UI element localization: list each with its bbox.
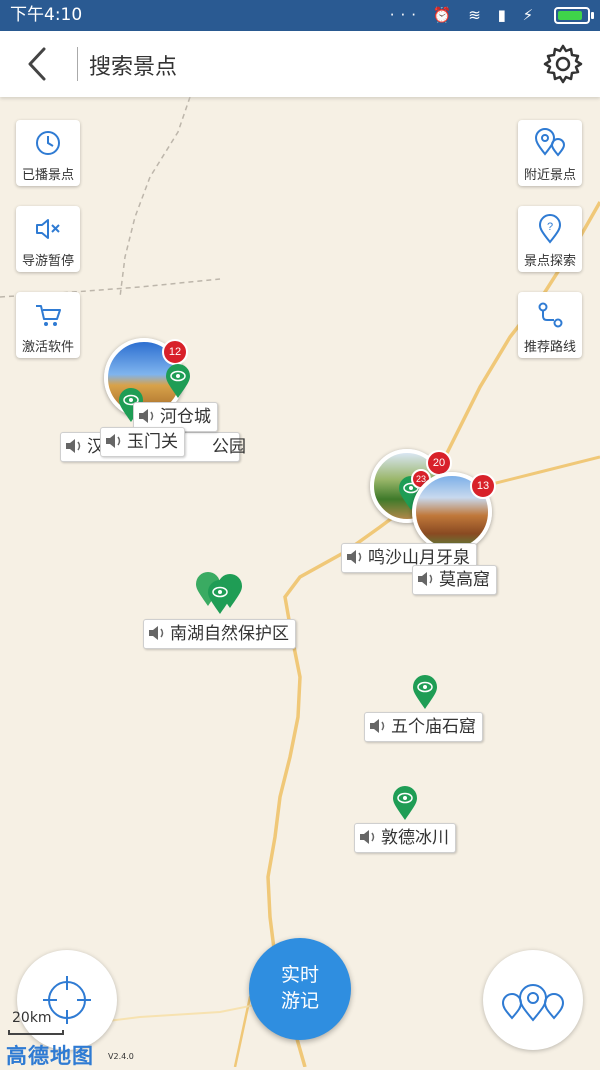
status-bar: 下午4:10 ··· ⏰ ≋ ▮ ⚡ <box>0 0 600 31</box>
map-view[interactable]: 已播景点 导游暂停 激活软件 附近景点 ? 景点探索 推荐路线 12 汉 公园 … <box>0 97 600 1067</box>
map-pin-eye-icon[interactable] <box>207 579 233 615</box>
spot-explore-button[interactable]: ? 景点探索 <box>518 206 582 272</box>
speaker-icon <box>360 830 375 844</box>
spot-label-yumen-text: 玉门关 <box>127 432 178 452</box>
charging-icon: ⚡ <box>522 6 540 24</box>
question-pin-icon: ? <box>538 214 562 244</box>
shopping-cart-icon <box>36 305 61 326</box>
spot-label-mogao-text: 莫高窟 <box>439 570 490 590</box>
speaker-icon <box>139 409 154 423</box>
spot-label-nanhu[interactable]: 南湖自然保护区 <box>143 619 296 649</box>
spot-label-mogao[interactable]: 莫高窟 <box>412 565 497 595</box>
nearby-pins-icon <box>534 128 566 157</box>
played-spots-button[interactable]: 已播景点 <box>16 120 80 186</box>
map-scale-bar <box>8 1030 64 1035</box>
activate-software-label: 激活软件 <box>21 340 74 355</box>
recommended-route-label: 推荐路线 <box>523 340 576 355</box>
speaker-icon <box>66 439 81 453</box>
route-icon <box>538 302 563 328</box>
status-time: 下午4:10 <box>10 5 83 25</box>
guide-pause-label: 导游暂停 <box>21 254 74 269</box>
speaker-icon <box>347 550 362 564</box>
speaker-mute-icon <box>36 219 60 239</box>
recommended-route-button[interactable]: 推荐路线 <box>518 292 582 358</box>
nearby-spots-button[interactable]: 附近景点 <box>518 120 582 186</box>
map-pin-eye-icon[interactable] <box>165 363 191 399</box>
realtime-travelogue-button[interactable]: 实时 游记 <box>249 938 351 1040</box>
amap-logo: 高德地图 <box>6 1044 94 1068</box>
spot-label-wuge[interactable]: 五个庙石窟 <box>364 712 483 742</box>
spot-label-dunde-text: 敦德冰川 <box>381 828 449 848</box>
cluster-east-badge-b: 13 <box>470 473 496 499</box>
activate-software-button[interactable]: 激活软件 <box>16 292 80 358</box>
battery-icon <box>554 7 594 24</box>
search-scenic-spots-input[interactable]: 搜索景点 <box>89 49 177 81</box>
spot-label-park-text: 公园 <box>212 437 246 457</box>
header-divider <box>77 47 78 81</box>
spot-label-yumen[interactable]: 玉门关 <box>100 427 185 457</box>
map-pin-eye-icon[interactable] <box>412 674 438 710</box>
speaker-icon <box>106 434 121 448</box>
cluster-west-badge: 12 <box>162 339 188 365</box>
spot-label-dunde[interactable]: 敦德冰川 <box>354 823 456 853</box>
spot-explore-label: 景点探索 <box>523 254 576 269</box>
gear-icon[interactable] <box>540 41 586 87</box>
history-clock-icon <box>36 131 60 155</box>
map-background <box>0 97 600 1067</box>
back-arrow-icon[interactable] <box>16 41 62 87</box>
spot-label-wuge-text: 五个庙石窟 <box>391 717 476 737</box>
speaker-icon <box>149 626 164 640</box>
played-spots-label: 已播景点 <box>21 168 74 183</box>
status-icons: ··· ⏰ ≋ ▮ ⚡ <box>389 0 594 31</box>
spots-overview-button[interactable] <box>483 950 583 1050</box>
version-label: V2.4.0 <box>108 1052 134 1061</box>
travel-line1: 实时 <box>280 964 319 986</box>
signal-icon: ▮ <box>497 6 512 24</box>
wifi-icon: ≋ <box>468 6 487 24</box>
speaker-icon <box>370 719 385 733</box>
alarm-icon: ⏰ <box>432 6 458 24</box>
locate-me-button[interactable] <box>17 950 117 1050</box>
spot-label-hecang-text: 河仓城 <box>160 407 211 427</box>
spot-label-nanhu-text: 南湖自然保护区 <box>170 624 289 644</box>
crosshair-icon <box>43 976 91 1024</box>
svg-text:?: ? <box>547 221 553 233</box>
map-scale-label: 20km <box>12 1010 52 1026</box>
dots-icon: ··· <box>389 6 423 24</box>
multi-pin-icon <box>501 984 565 1022</box>
top-bar: 搜索景点 <box>0 31 600 97</box>
travel-line2: 游记 <box>280 990 319 1012</box>
nearby-spots-label: 附近景点 <box>523 168 576 183</box>
speaker-icon <box>418 572 433 586</box>
guide-pause-button[interactable]: 导游暂停 <box>16 206 80 272</box>
map-pin-eye-icon[interactable] <box>392 785 418 821</box>
